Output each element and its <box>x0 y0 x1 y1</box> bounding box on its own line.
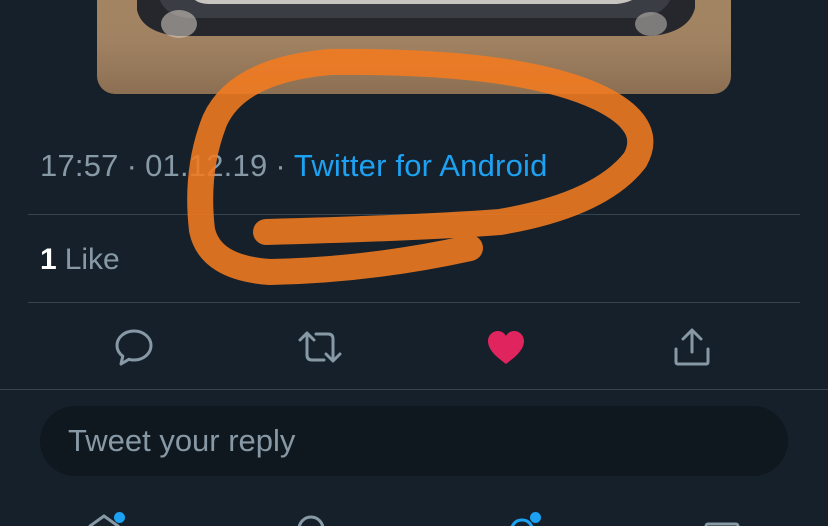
photo-content <box>137 0 695 38</box>
messages-icon[interactable] <box>702 510 742 526</box>
tweet-detail-screen: 17:57 · 01.12.19 · Twitter for Android 1 Like <box>0 0 828 526</box>
like-count: 1 <box>40 243 57 276</box>
tweet-date: 01.12.19 <box>145 148 268 183</box>
retweet-icon <box>298 331 342 363</box>
reply-button[interactable] <box>112 325 156 369</box>
tweet-timestamp-row: 17:57 · 01.12.19 · Twitter for Android <box>40 146 548 186</box>
likes-summary[interactable]: 1 Like <box>40 240 120 280</box>
search-icon[interactable] <box>292 510 332 526</box>
share-icon <box>674 328 710 366</box>
reply-composer[interactable] <box>40 406 788 476</box>
reply-input[interactable] <box>66 422 788 460</box>
heart-icon <box>488 331 524 364</box>
tweet-source-link[interactable]: Twitter for Android <box>294 148 548 183</box>
tweet-time: 17:57 <box>40 148 119 183</box>
tweet-media-photo[interactable] <box>97 0 731 94</box>
retweet-button[interactable] <box>298 325 342 369</box>
divider <box>28 214 800 215</box>
divider <box>28 302 800 303</box>
comment-icon <box>115 329 153 366</box>
like-button[interactable] <box>484 325 528 369</box>
meta-separator: · <box>275 148 286 183</box>
meta-separator: · <box>126 148 138 183</box>
share-button[interactable] <box>670 325 714 369</box>
like-label: Like <box>64 243 120 276</box>
notifications-dot <box>530 512 541 523</box>
home-notification-dot <box>114 512 125 523</box>
divider <box>0 389 828 390</box>
